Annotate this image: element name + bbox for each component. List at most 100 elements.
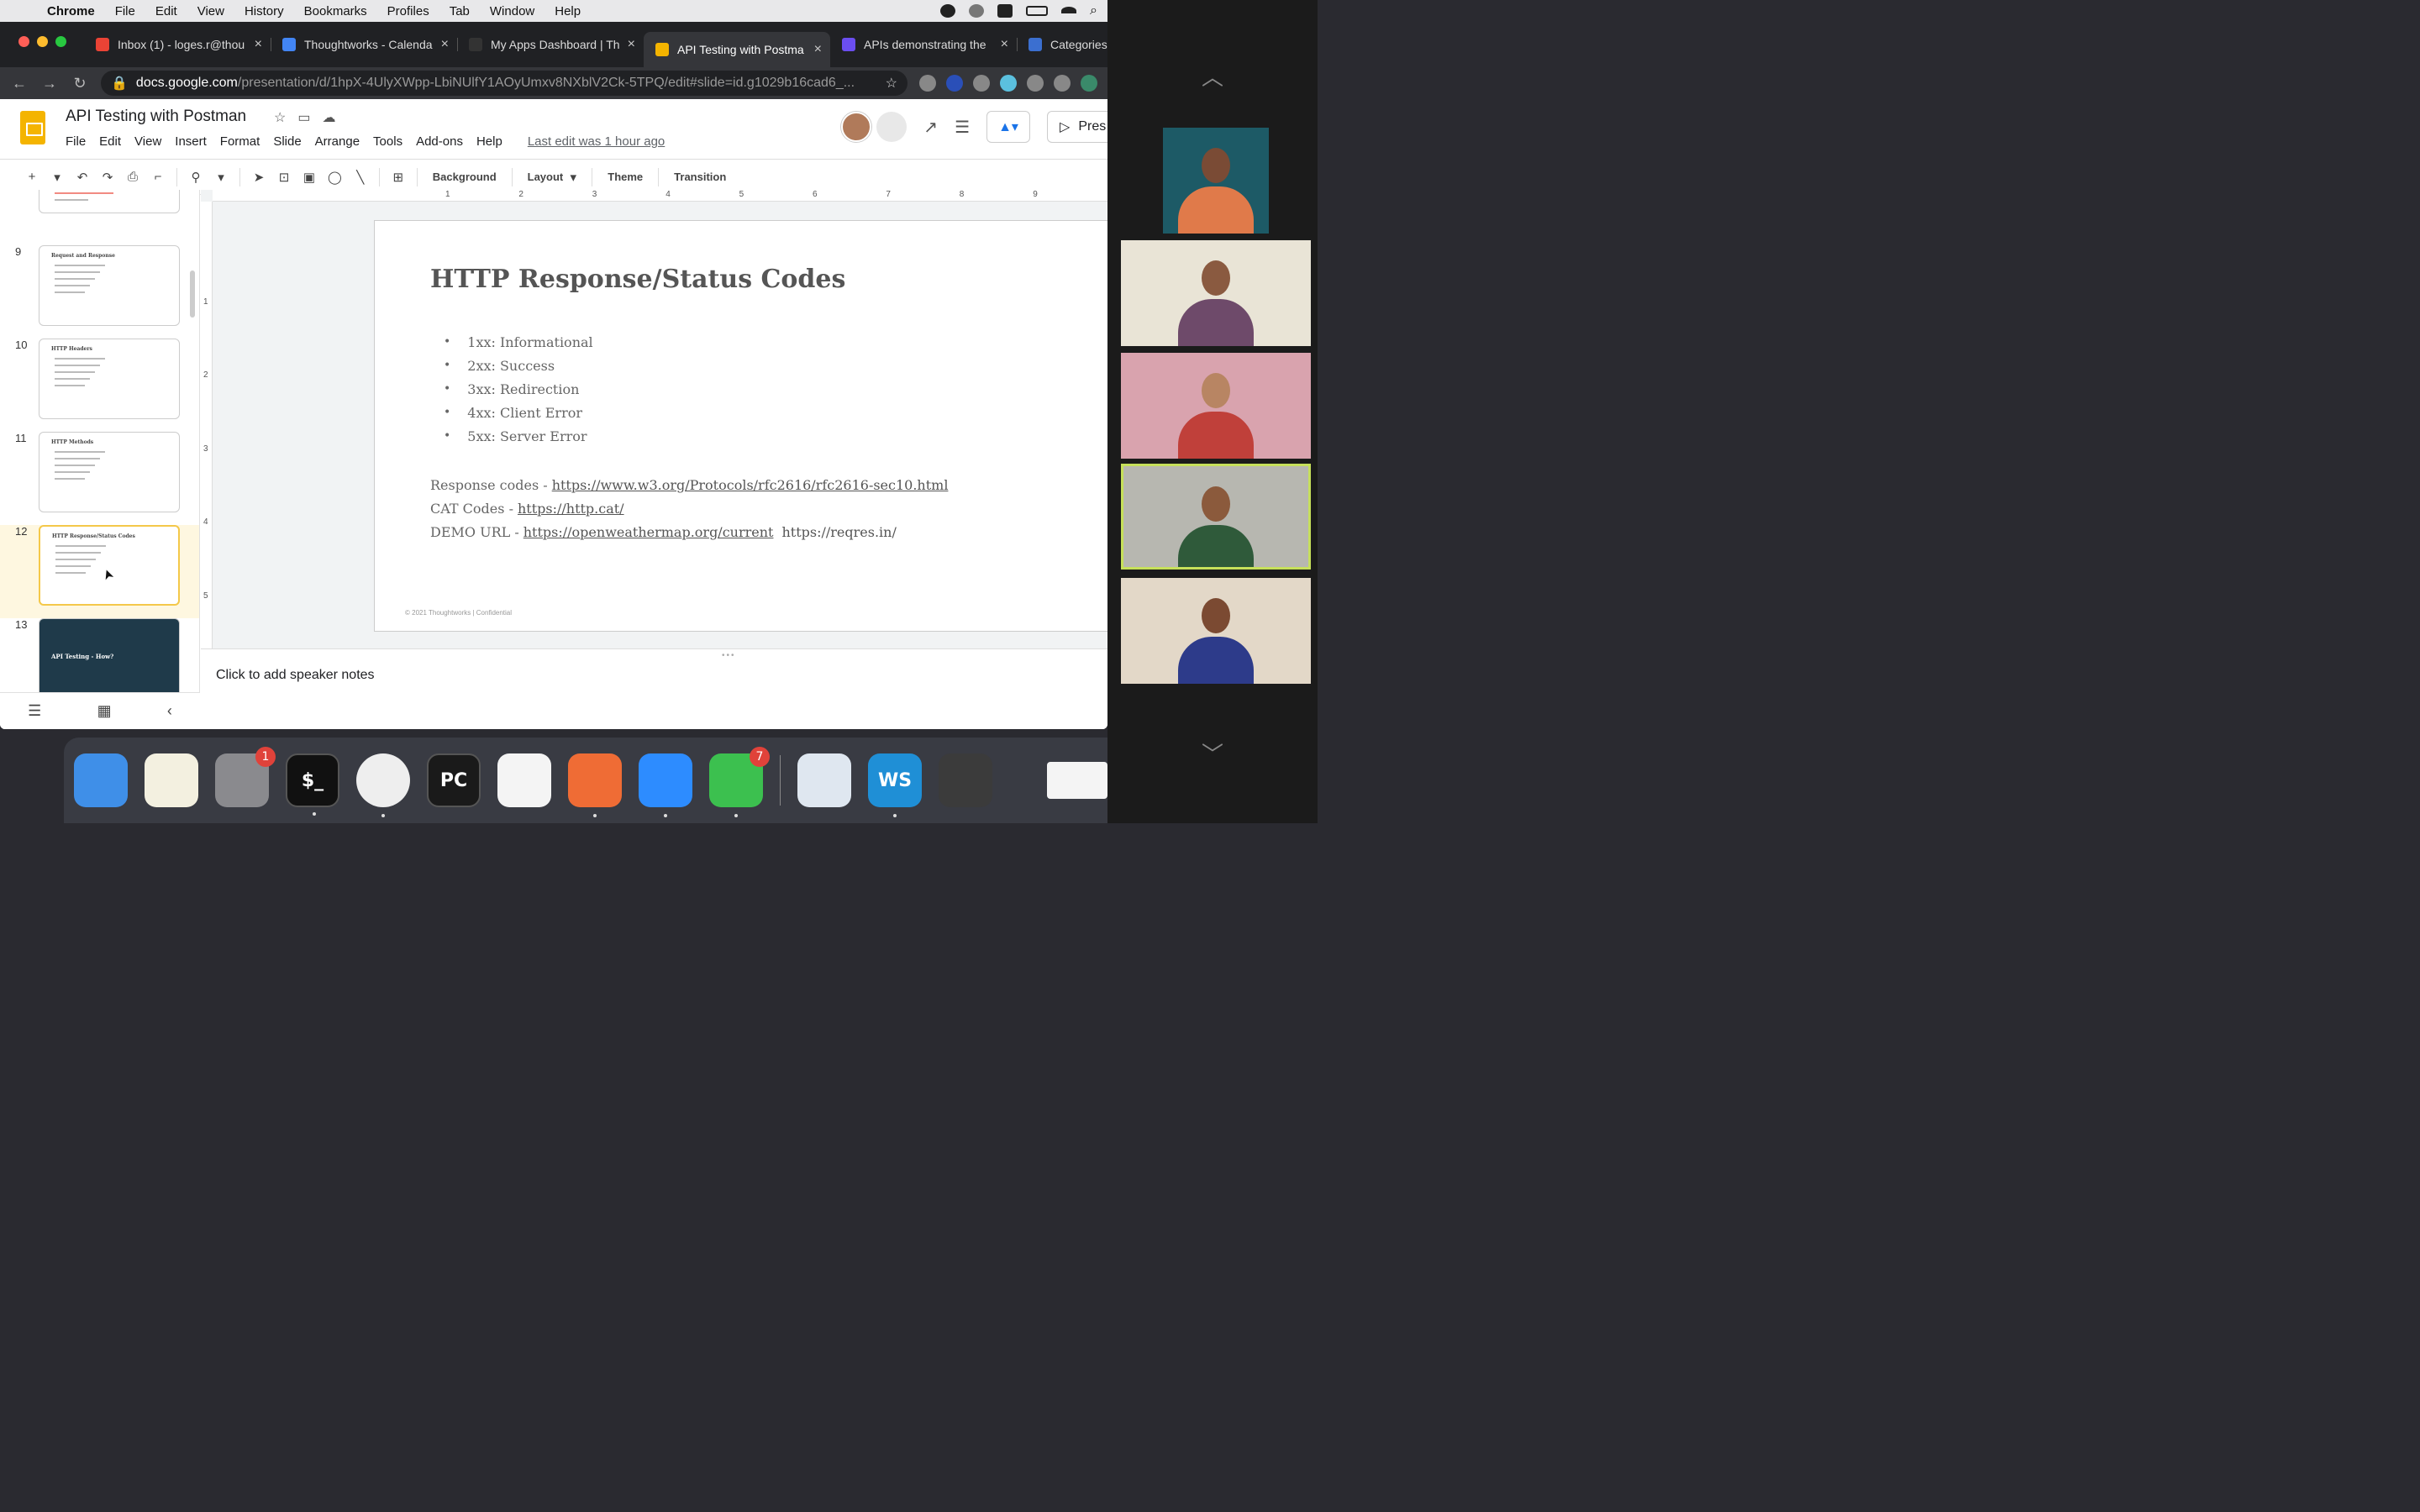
menu-view[interactable]: View (134, 134, 161, 149)
speaker-notes[interactable]: ••• Click to add speaker notes (201, 648, 1107, 729)
participant-video-tile[interactable] (1121, 578, 1311, 684)
back-button[interactable]: ← (10, 75, 29, 92)
participant-video-tile[interactable] (1121, 240, 1311, 346)
extension-icon[interactable] (1000, 75, 1017, 92)
collapse-panel-icon[interactable]: ‹ (167, 702, 172, 720)
dock-app-pycharm[interactable]: PC (427, 753, 481, 807)
link-url[interactable]: https://http.cat/ (518, 501, 624, 517)
redo-icon[interactable]: ↷ (101, 170, 114, 185)
browser-tab[interactable]: API Testing with Postma × (644, 32, 830, 67)
zoom-icon[interactable]: ⚲ (189, 170, 203, 185)
participant-video-tile[interactable] (1121, 353, 1311, 459)
vertical-ruler[interactable]: 1 2 3 4 5 (201, 202, 213, 648)
menubar-tab[interactable]: Tab (439, 4, 480, 18)
menu-arrange[interactable]: Arrange (315, 134, 360, 149)
menu-slide[interactable]: Slide (273, 134, 301, 149)
dock-app-webstorm[interactable]: WS (868, 753, 922, 817)
menubar-file[interactable]: File (105, 4, 145, 18)
dock-app-postman[interactable] (568, 753, 622, 817)
browser-tab[interactable]: Inbox (1) - loges.r@thou × (84, 29, 271, 60)
collaborator-avatar[interactable] (841, 112, 872, 142)
bullet-item[interactable]: 4xx: Client Error (444, 401, 593, 424)
image-icon[interactable]: ▣ (302, 170, 316, 185)
dock-app-terminal[interactable]: $_ (286, 753, 339, 816)
scroll-down-chevron-icon[interactable]: ﹀ (1107, 738, 1318, 769)
filmstrip-item[interactable]: 10 HTTP Headers (0, 339, 199, 432)
camera-extension-icon[interactable] (1054, 75, 1071, 92)
browser-tab[interactable]: Thoughtworks - Calenda × (271, 29, 457, 60)
theme-button[interactable]: Theme (604, 171, 646, 183)
reload-button[interactable]: ↻ (71, 75, 89, 92)
comments-icon[interactable]: ☰ (955, 117, 970, 138)
shape-icon[interactable]: ◯ (328, 170, 342, 185)
print-icon[interactable]: ⎙ (126, 170, 139, 184)
browser-tab[interactable]: Categories (1017, 29, 1107, 60)
extension-icon[interactable] (1027, 75, 1044, 92)
speaker-notes-placeholder[interactable]: Click to add speaker notes (216, 668, 375, 683)
minimized-window-thumbnail[interactable] (1047, 762, 1107, 799)
layout-dropdown-icon[interactable]: ▾ (566, 170, 580, 185)
bullet-item[interactable]: 3xx: Redirection (444, 377, 593, 401)
slide-canvas[interactable]: HTTP Response/Status Codes 1xx: Informat… (374, 220, 1107, 632)
dock-app-1password[interactable] (797, 753, 851, 807)
menu-add-ons[interactable]: Add-ons (416, 134, 463, 149)
menu-insert[interactable]: Insert (175, 134, 207, 149)
zoom-window-button[interactable] (55, 36, 66, 47)
menu-edit[interactable]: Edit (99, 134, 121, 149)
tab-close-icon[interactable]: × (1001, 37, 1008, 52)
menubar-window[interactable]: Window (480, 4, 544, 18)
background-button[interactable]: Background (429, 171, 500, 183)
horizontal-ruler[interactable]: 1 2 3 4 5 6 7 8 9 (213, 190, 1107, 202)
browser-tab[interactable]: APIs demonstrating the × (830, 29, 1017, 60)
layout-button[interactable]: Layout (524, 171, 567, 183)
dock-app-finder[interactable] (74, 753, 128, 807)
battery-icon[interactable] (1026, 6, 1049, 16)
zoom-dropdown-icon[interactable]: ▾ (214, 170, 228, 185)
dock-app-messages[interactable]: 7 (709, 747, 770, 817)
dock-app-zoom[interactable] (639, 753, 692, 817)
onepassword-status-icon[interactable] (940, 4, 956, 18)
bookmark-star-icon[interactable]: ☆ (877, 75, 897, 92)
cloud-status-icon[interactable]: ☁ (322, 109, 335, 126)
filmstrip-item[interactable]: 13 API Testing - How? (0, 618, 199, 692)
select-cursor-icon[interactable]: ➤ (252, 170, 266, 185)
bullet-item[interactable]: 2xx: Success (444, 354, 593, 377)
browser-tab[interactable]: My Apps Dashboard | Th × (457, 29, 644, 60)
forward-button[interactable]: → (40, 75, 59, 92)
extension-icon[interactable] (1081, 75, 1097, 92)
menu-file[interactable]: File (66, 134, 86, 149)
tab-close-icon[interactable]: × (814, 42, 822, 57)
new-slide-dropdown-icon[interactable]: ▾ (50, 170, 64, 185)
tab-close-icon[interactable]: × (255, 37, 262, 52)
collaborators-icon[interactable] (876, 112, 908, 142)
bullet-list[interactable]: 1xx: Informational2xx: Success3xx: Redir… (444, 330, 593, 448)
menubar-bookmarks[interactable]: Bookmarks (294, 4, 377, 18)
wifi-icon[interactable] (1061, 7, 1077, 15)
dock-app-notes[interactable] (145, 753, 198, 807)
google-slides-logo-icon[interactable] (20, 111, 45, 144)
extension-icon[interactable] (946, 75, 963, 92)
slide-title[interactable]: HTTP Response/Status Codes (430, 265, 845, 294)
filmstrip-item[interactable]: 11 HTTP Methods (0, 432, 199, 525)
link-url[interactable]: https://www.w3.org/Protocols/rfc2616/rfc… (552, 477, 949, 493)
skype-status-icon[interactable] (997, 4, 1013, 18)
list-view-icon[interactable]: ☰ (28, 702, 41, 720)
menubar-view[interactable]: View (187, 4, 234, 18)
new-slide-icon[interactable]: + (25, 170, 39, 184)
tab-close-icon[interactable]: × (628, 37, 635, 52)
menu-help[interactable]: Help (476, 134, 502, 149)
menubar-app-name[interactable]: Chrome (37, 4, 105, 18)
spotlight-search-icon[interactable]: ⌕ (1090, 3, 1097, 18)
menubar-help[interactable]: Help (544, 4, 591, 18)
dock-app-textedit[interactable] (497, 753, 551, 807)
document-title[interactable]: API Testing with Postman (66, 108, 246, 126)
activity-dashboard-icon[interactable]: ↗ (923, 117, 938, 138)
present-to-meeting-button[interactable]: ▲▾ (986, 111, 1030, 143)
present-button[interactable]: ▷ Pres (1047, 111, 1107, 143)
close-window-button[interactable] (18, 36, 29, 47)
text-box-icon[interactable]: ⊡ (277, 170, 291, 185)
notes-resize-handle[interactable]: ••• (722, 651, 736, 660)
menubar-history[interactable]: History (234, 4, 294, 18)
slide-thumbnail[interactable]: HTTP Methods (39, 432, 180, 512)
menubar-profiles[interactable]: Profiles (377, 4, 439, 18)
